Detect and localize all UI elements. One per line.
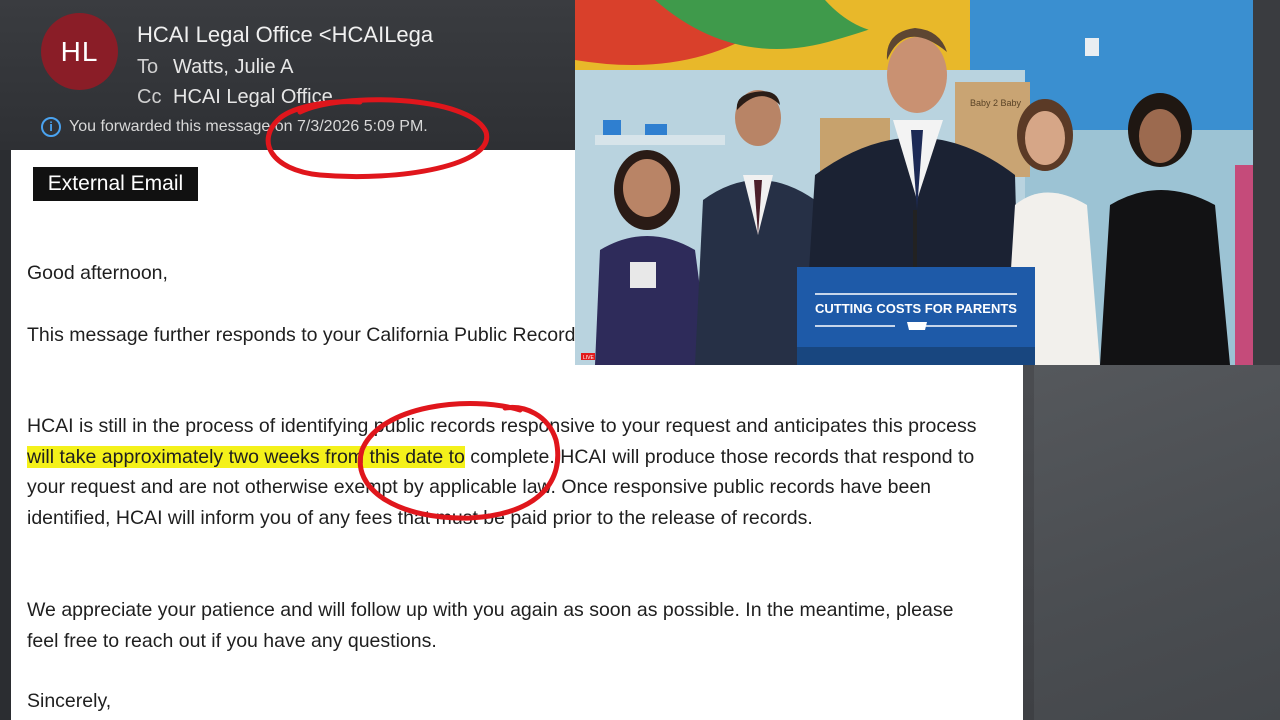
cc-recipient[interactable]: HCAI Legal Office [173,86,333,108]
cc-row: Cc HCAI Legal Office [137,86,333,109]
bear-icon [907,322,927,330]
highlighted-text: will take approximately two weeks from t… [27,445,465,468]
external-email-badge: External Email [33,167,198,201]
podium-sign-text: CUTTING COSTS FOR PARENTS [815,301,1017,316]
to-recipient[interactable]: Watts, Julie A [173,56,293,78]
paragraph-2-start: HCAI is still in the process of identify… [27,415,977,437]
live-badge: LIVE [583,355,595,361]
press-conference-scene: Baby 2 Baby CUTTING COSTS FOR PARENTS LI… [575,0,1253,365]
video-edge [1253,0,1280,365]
email-paragraph-2: HCAI is still in the process of identify… [27,411,987,533]
to-row: To Watts, Julie A [137,56,293,79]
cc-label: Cc [137,86,162,108]
info-icon: i [41,117,61,137]
forwarded-info: i You forwarded this message on 7/3/2026 … [41,117,428,137]
sender-name[interactable]: HCAI Legal Office <HCAILega [137,22,433,48]
video-inset[interactable]: Baby 2 Baby CUTTING COSTS FOR PARENTS LI… [575,0,1253,365]
forwarded-note: You forwarded this message on 7/3/2026 5… [69,118,428,136]
email-signoff: Sincerely, [27,690,112,712]
blurred-panel [1034,365,1280,720]
box-label: Baby 2 Baby [970,98,1022,108]
email-paragraph-3: We appreciate your patience and will fol… [27,599,954,652]
sender-avatar[interactable]: HL [41,13,118,90]
to-label: To [137,56,159,78]
